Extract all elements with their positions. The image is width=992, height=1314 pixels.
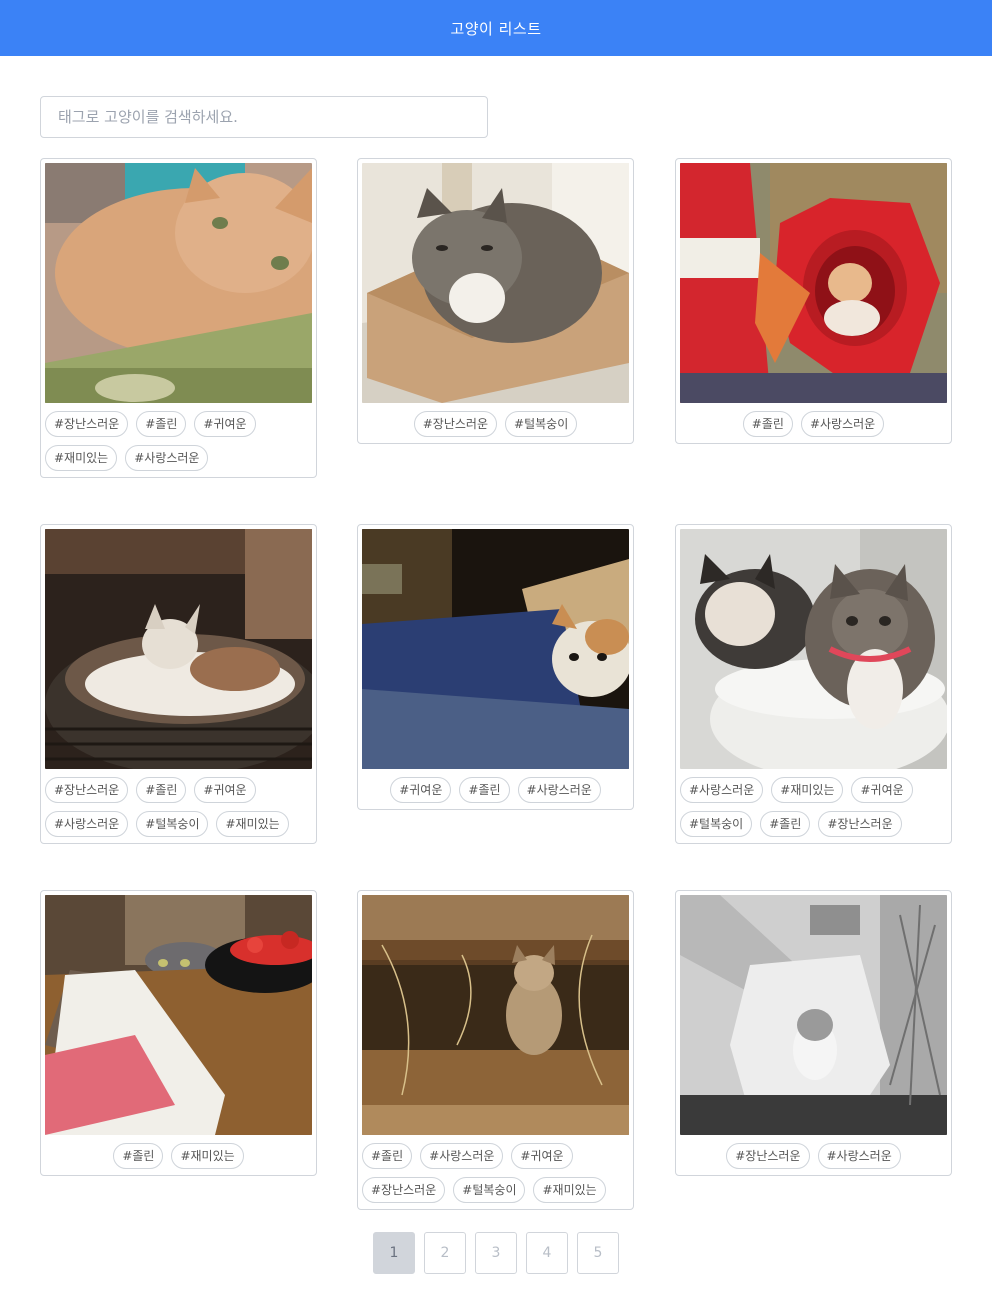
tag-chip[interactable]: #장난스러운 (726, 1143, 810, 1169)
cat-card[interactable]: #졸린 #재미있는 (40, 890, 317, 1176)
tag-chip[interactable]: #털복숭이 (136, 811, 209, 837)
tag-chip[interactable]: #재미있는 (171, 1143, 244, 1169)
cat-card[interactable]: #장난스러운 #졸린 #귀여운 #재미있는 #사랑스러운 (40, 158, 317, 478)
page-button-1[interactable]: 1 (373, 1232, 415, 1274)
cat-card[interactable]: #졸린 #사랑스러운 (675, 158, 952, 444)
tag-chip[interactable]: #재미있는 (771, 777, 844, 803)
tag-chip[interactable]: #사랑스러운 (817, 1143, 901, 1169)
cat-photo[interactable] (680, 895, 947, 1135)
tag-chip[interactable]: #장난스러운 (362, 1177, 446, 1203)
tag-chip[interactable]: #재미있는 (533, 1177, 606, 1203)
tag-chip[interactable]: #사랑스러운 (800, 411, 885, 437)
page-button-4[interactable]: 4 (526, 1232, 568, 1274)
tag-chip[interactable]: #사랑스러운 (45, 811, 129, 837)
cat-photo[interactable] (45, 895, 312, 1135)
tag-chip[interactable]: #장난스러운 (413, 411, 498, 437)
tag-chip[interactable]: #재미있는 (216, 811, 289, 837)
tag-chip[interactable]: #사랑스러운 (517, 777, 601, 803)
tag-list: #졸린 #사랑스러운 #귀여운 #장난스러운 #털복숭이 #재미있는 (362, 1135, 629, 1203)
tag-list: #귀여운 #졸린 #사랑스러운 (362, 769, 629, 803)
tag-list: #사랑스러운 #재미있는 #귀여운 #털복숭이 #졸린 #장난스러운 (680, 769, 947, 837)
tag-chip[interactable]: #장난스러운 (45, 777, 129, 803)
tag-chip[interactable]: #졸린 (136, 777, 187, 803)
cat-photo[interactable] (680, 529, 947, 769)
cat-photo[interactable] (362, 895, 629, 1135)
tag-chip[interactable]: #사랑스러운 (680, 777, 764, 803)
cat-card[interactable]: #졸린 #사랑스러운 #귀여운 #장난스러운 #털복숭이 #재미있는 (357, 890, 634, 1210)
tag-list: #장난스러운 #졸린 #귀여운 #사랑스러운 #털복숭이 #재미있는 (45, 769, 312, 837)
cat-card[interactable]: #귀여운 #졸린 #사랑스러운 (357, 524, 634, 810)
cat-photo[interactable] (362, 163, 629, 403)
top-bar: 고양이 리스트 (0, 0, 992, 56)
cat-photo[interactable] (45, 163, 312, 403)
page-button-3[interactable]: 3 (475, 1232, 517, 1274)
tag-chip[interactable]: #졸린 (136, 411, 187, 437)
tag-list: #장난스러운 #졸린 #귀여운 #재미있는 #사랑스러운 (45, 403, 312, 471)
page-button-2[interactable]: 2 (424, 1232, 466, 1274)
tag-chip[interactable]: #사랑스러운 (125, 445, 209, 471)
tag-chip[interactable]: #털복숭이 (505, 411, 578, 437)
cat-photo[interactable] (680, 163, 947, 403)
tag-chip[interactable]: #귀여운 (390, 777, 452, 803)
cat-card[interactable]: #장난스러운 #털복숭이 (357, 158, 634, 444)
tag-list: #장난스러운 #털복숭이 (362, 403, 629, 437)
tag-list: #졸린 #재미있는 (45, 1135, 312, 1169)
pagination: 1 2 3 4 5 (373, 1232, 619, 1274)
cat-card[interactable]: #장난스러운 #사랑스러운 (675, 890, 952, 1176)
cat-card[interactable]: #사랑스러운 #재미있는 #귀여운 #털복숭이 #졸린 #장난스러운 (675, 524, 952, 844)
tag-chip[interactable]: #장난스러운 (818, 811, 902, 837)
page-title: 고양이 리스트 (450, 19, 542, 38)
tag-chip[interactable]: #귀여운 (511, 1143, 573, 1169)
page-button-5[interactable]: 5 (577, 1232, 619, 1274)
cat-photo[interactable] (45, 529, 312, 769)
tag-chip[interactable]: #사랑스러운 (420, 1143, 504, 1169)
tag-chip[interactable]: #졸린 (742, 411, 793, 437)
tag-chip[interactable]: #졸린 (760, 811, 811, 837)
tag-list: #졸린 #사랑스러운 (680, 403, 947, 437)
tag-chip[interactable]: #장난스러운 (45, 411, 129, 437)
tag-chip[interactable]: #재미있는 (45, 445, 118, 471)
tag-search-input[interactable] (40, 96, 488, 138)
tag-chip[interactable]: #귀여운 (194, 411, 256, 437)
tag-chip[interactable]: #졸린 (362, 1143, 413, 1169)
tag-chip[interactable]: #졸린 (113, 1143, 164, 1169)
tag-chip[interactable]: #털복숭이 (680, 811, 753, 837)
tag-chip[interactable]: #귀여운 (194, 777, 256, 803)
tag-chip[interactable]: #졸린 (459, 777, 510, 803)
cat-photo[interactable] (362, 529, 629, 769)
cat-card[interactable]: #장난스러운 #졸린 #귀여운 #사랑스러운 #털복숭이 #재미있는 (40, 524, 317, 844)
tag-chip[interactable]: #털복숭이 (453, 1177, 526, 1203)
tag-chip[interactable]: #귀여운 (851, 777, 913, 803)
tag-list: #장난스러운 #사랑스러운 (680, 1135, 947, 1169)
